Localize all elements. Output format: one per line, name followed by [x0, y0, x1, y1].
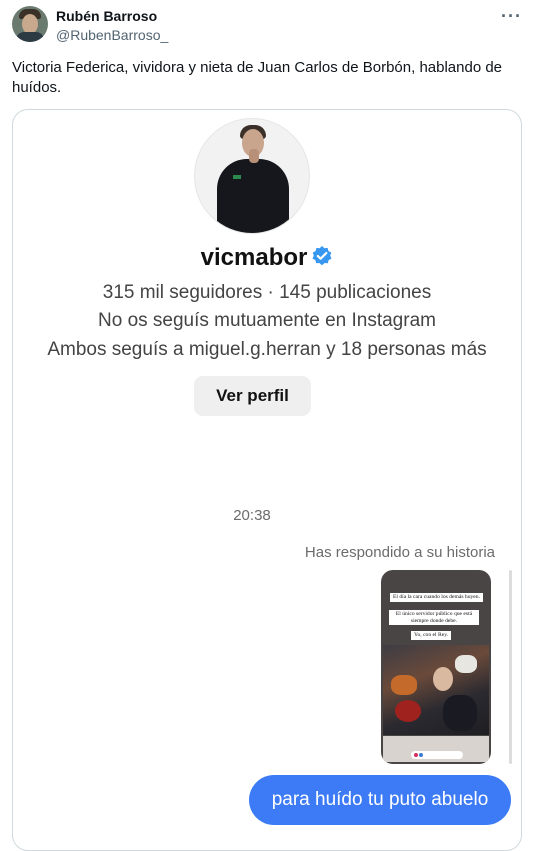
message-timestamp: 20:38 [233, 507, 271, 524]
verified-badge-icon [311, 245, 333, 274]
story-caption-1: El día la cara cuando los demás huyen. [390, 593, 483, 602]
profile-picture-body [217, 159, 289, 233]
profile-username[interactable]: vicmabor [201, 244, 308, 271]
author-avatar[interactable] [12, 6, 48, 42]
story-photo-figure-3 [433, 667, 453, 691]
avatar-face [22, 14, 38, 34]
sent-message-bubble[interactable]: para huído tu puto abuelo [249, 775, 511, 825]
view-profile-button[interactable]: Ver perfil [194, 376, 311, 416]
tweet-media-card[interactable]: vicmabor 315 mil seguidores · 145 public… [12, 109, 522, 851]
story-photo [383, 645, 489, 735]
story-footer-dot-2 [419, 753, 423, 757]
story-footer [383, 736, 489, 762]
story-photo-figure-1 [391, 675, 417, 695]
mutual-follow-status: No os seguís mutuamente en Instagram [98, 310, 436, 331]
profile-picture-logo [233, 175, 241, 179]
avatar-shirt [16, 32, 44, 42]
username-row: vicmabor [13, 244, 521, 274]
story-reply-note: Has respondido a su historia [304, 544, 495, 561]
follower-stats: 315 mil seguidores · 145 publicaciones [102, 282, 432, 303]
author-handle[interactable]: @RubenBarroso_ [56, 27, 168, 43]
story-photo-figure-5 [443, 695, 477, 731]
more-options-button[interactable]: ··· [501, 6, 522, 27]
story-reply-bar [509, 570, 512, 764]
profile-picture-hand [249, 149, 259, 163]
common-followers: Ambos seguís a miguel.g.herran y 18 pers… [47, 339, 487, 360]
author-name[interactable]: Rubén Barroso [56, 8, 157, 24]
story-photo-figure-4 [395, 700, 421, 722]
story-photo-figure-2 [455, 655, 477, 673]
profile-picture[interactable] [194, 118, 310, 234]
story-thumbnail[interactable]: El día la cara cuando los demás huyen. E… [381, 570, 491, 764]
tweet-text: Victoria Federica, vividora y nieta de J… [12, 59, 503, 96]
story-caption-2: El único servidor público que está siemp… [389, 610, 479, 625]
story-caption-3: Yo, con el Rey. [411, 631, 452, 640]
story-footer-dot-1 [414, 753, 418, 757]
